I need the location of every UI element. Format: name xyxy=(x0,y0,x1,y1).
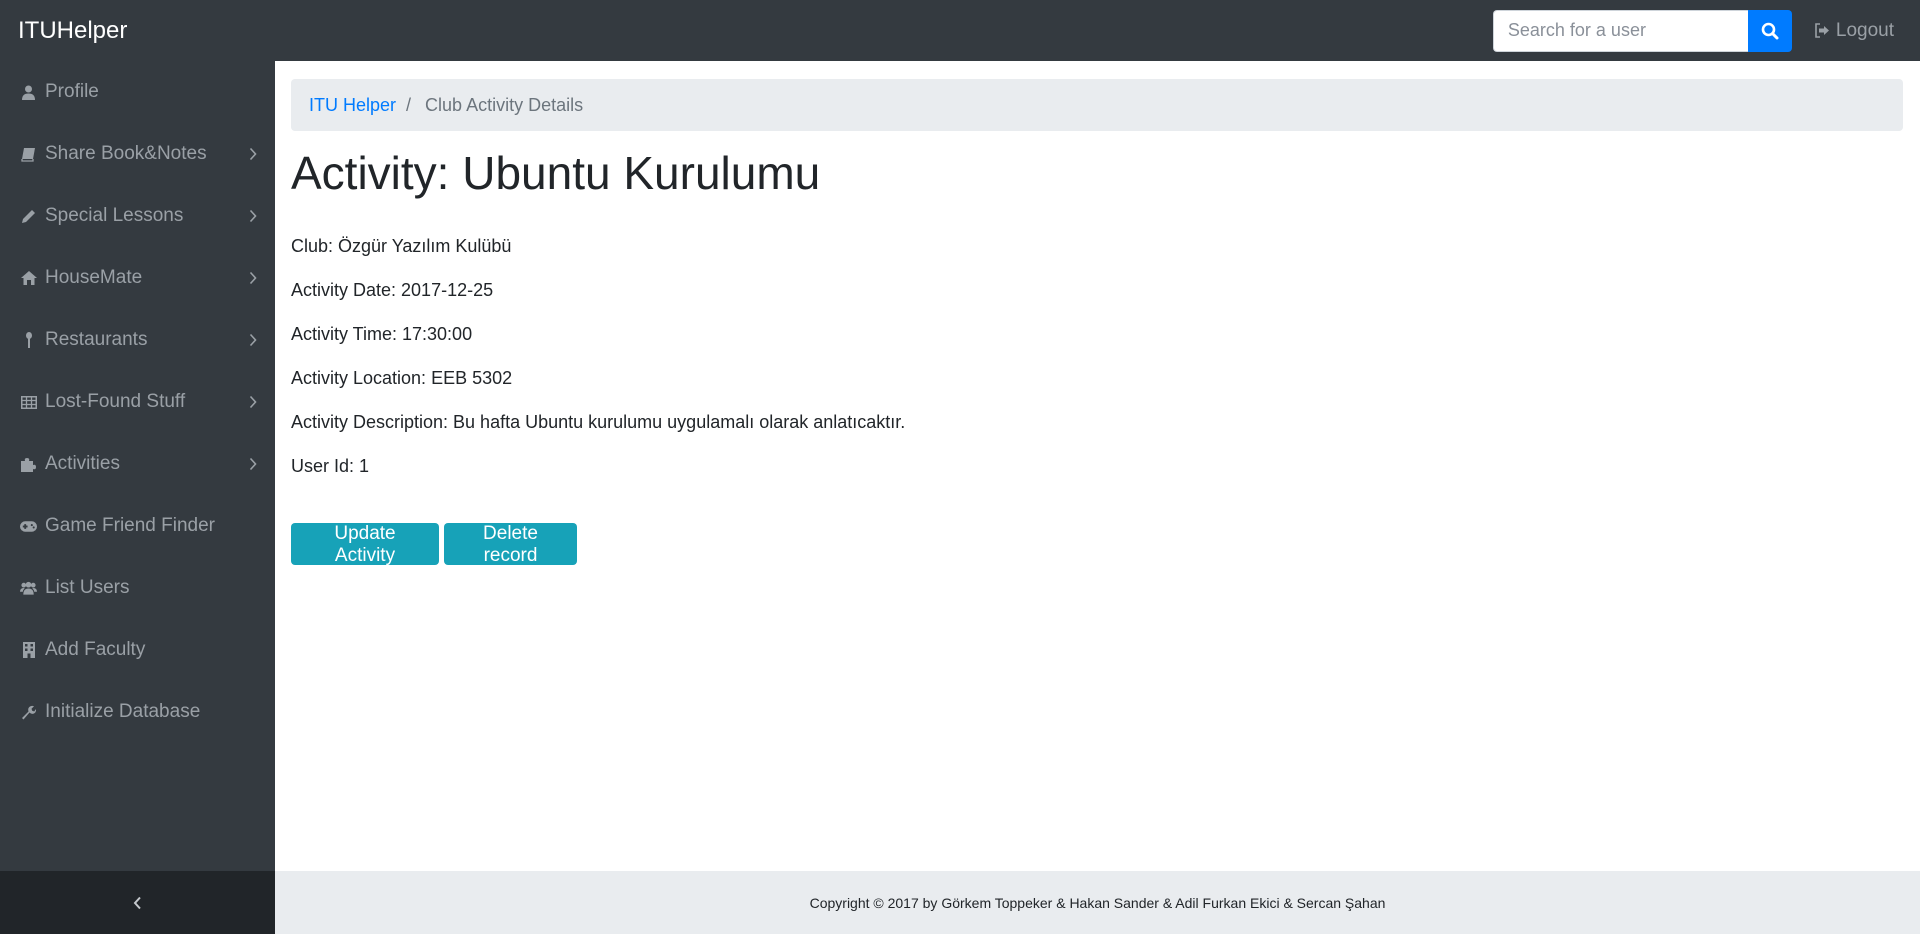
sidebar-item-label: List Users xyxy=(45,577,130,598)
breadcrumb-current: Club Activity Details xyxy=(425,94,584,115)
sidebar-item-lost-found-stuff[interactable]: Lost-Found Stuff xyxy=(0,371,275,433)
sidebar-item-share-book-notes[interactable]: Share Book&Notes xyxy=(0,123,275,185)
gamepad-icon xyxy=(20,518,37,535)
sidebar-item-label: Share Book&Notes xyxy=(45,143,207,164)
sidebar-item-label: Special Lessons xyxy=(45,205,184,226)
activity-user-id: User Id: 1 xyxy=(291,456,370,476)
navbar-right: Logout xyxy=(1492,9,1920,52)
activity-description: Activity Description: Bu hafta Ubuntu ku… xyxy=(291,412,906,432)
sidebar-item-label: Profile xyxy=(45,81,99,102)
sign-out-icon xyxy=(1815,23,1829,38)
user-icon xyxy=(20,84,37,101)
sidebar-item-game-friend-finder[interactable]: Game Friend Finder xyxy=(0,495,275,557)
sidebar-item-label: HouseMate xyxy=(45,267,143,288)
activity-time: Activity Time: 17:30:00 xyxy=(291,324,473,344)
pencil-icon xyxy=(20,208,37,225)
chevron-right-icon xyxy=(249,395,257,409)
page-title: Activity: Ubuntu Kurulumu xyxy=(291,147,821,199)
sidebar-item-list-users[interactable]: List Users xyxy=(0,557,275,619)
chevron-left-icon xyxy=(133,896,141,909)
sidebar-item-label: Initialize Database xyxy=(45,701,201,722)
sidebar-item-housemate[interactable]: HouseMate xyxy=(0,247,275,309)
chevron-right-icon xyxy=(249,271,257,285)
sidebar-item-activities[interactable]: Activities xyxy=(0,433,275,495)
breadcrumb: ITU Helper / Club Activity Details xyxy=(291,79,1903,131)
sidebar-item-add-faculty[interactable]: Add Faculty xyxy=(0,619,275,681)
spoon-icon xyxy=(20,332,37,349)
sidebar-item-label: Lost-Found Stuff xyxy=(45,391,186,412)
chevron-right-icon xyxy=(249,209,257,223)
logout-label: Logout xyxy=(1835,19,1894,41)
user-search-input[interactable] xyxy=(1492,9,1748,52)
brand-logo[interactable]: ITUHelper xyxy=(18,17,127,45)
chevron-right-icon xyxy=(249,457,257,471)
sidebar-item-label: Game Friend Finder xyxy=(45,515,216,536)
search-button[interactable] xyxy=(1747,9,1792,52)
breadcrumb-home-link[interactable]: ITU Helper xyxy=(309,95,396,116)
sidebar: Profile Share Book&Notes Special Lessons… xyxy=(0,61,275,934)
activity-date: Activity Date: 2017-12-25 xyxy=(291,280,494,300)
sidebar-toggle-button[interactable] xyxy=(0,871,275,934)
footer-copyright: Copyright © 2017 by Görkem Toppeker & Ha… xyxy=(809,894,1386,911)
sidebar-item-restaurants[interactable]: Restaurants xyxy=(0,309,275,371)
sidebar-item-special-lessons[interactable]: Special Lessons xyxy=(0,185,275,247)
sidebar-item-label: Restaurants xyxy=(45,329,148,350)
search-icon xyxy=(1761,22,1779,39)
table-icon xyxy=(20,394,37,411)
chevron-right-icon xyxy=(249,147,257,161)
users-icon xyxy=(20,580,37,597)
sidebar-item-label: Add Faculty xyxy=(45,639,146,660)
top-navbar: ITUHelper Logout xyxy=(0,0,1920,61)
activity-club: Club: Özgür Yazılım Kulübü xyxy=(291,236,512,256)
delete-record-button[interactable]: Delete record xyxy=(444,523,577,566)
puzzle-icon xyxy=(20,456,37,473)
chevron-right-icon xyxy=(249,333,257,347)
footer: Copyright © 2017 by Görkem Toppeker & Ha… xyxy=(275,871,1920,934)
update-activity-button[interactable]: Update Activity xyxy=(291,523,439,566)
sidebar-item-profile[interactable]: Profile xyxy=(0,61,275,123)
logout-link[interactable]: Logout xyxy=(1814,20,1894,42)
book-icon xyxy=(20,146,37,163)
sidebar-item-label: Activities xyxy=(45,453,120,474)
wrench-icon xyxy=(20,704,37,721)
building-icon xyxy=(20,642,37,659)
home-icon xyxy=(20,270,37,287)
activity-location: Activity Location: EEB 5302 xyxy=(291,368,513,388)
breadcrumb-separator: / xyxy=(406,94,412,115)
sidebar-item-initialize-database[interactable]: Initialize Database xyxy=(0,681,275,743)
